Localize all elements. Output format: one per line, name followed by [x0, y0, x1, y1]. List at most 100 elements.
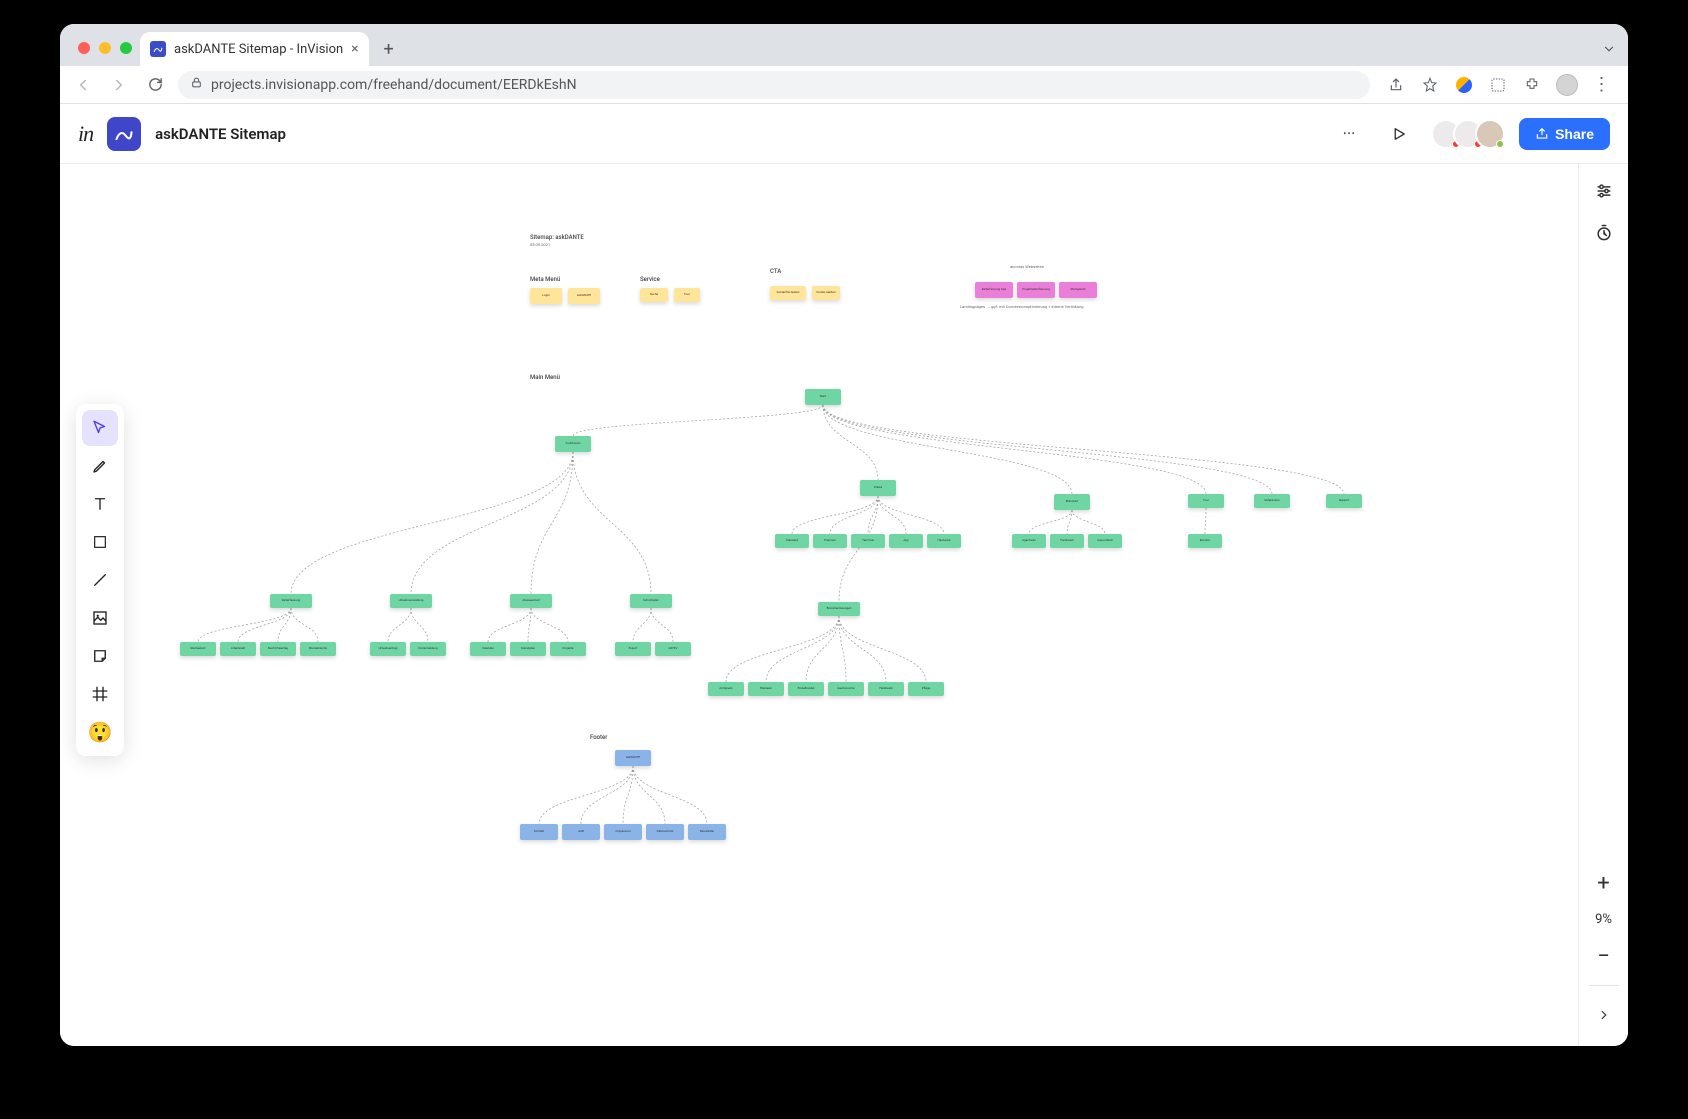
diagram-node[interactable]: Agenturen — [1012, 534, 1046, 548]
freehand-favicon — [150, 41, 166, 57]
diagram-node[interactable]: Branchenlösungen — [818, 602, 860, 616]
more-menu-button[interactable]: ··· — [1331, 116, 1367, 152]
diagram-node[interactable]: Suche — [640, 288, 668, 302]
diagram-node[interactable]: Nacht/Feiertag — [260, 642, 296, 656]
diagram-node[interactable]: askDANTE — [615, 750, 651, 766]
diagram-node[interactable]: Handwerk — [1050, 534, 1084, 548]
image-tool[interactable] — [82, 600, 118, 636]
timer-icon[interactable] — [1593, 222, 1615, 244]
diagram-node[interactable]: Zeiterfassung — [270, 594, 312, 608]
diagram-node[interactable]: Hardware — [927, 534, 961, 548]
diagram-node[interactable]: Arztpraxis — [708, 682, 744, 696]
diagram-node[interactable]: Tour — [674, 288, 700, 302]
diagram-node[interactable]: Bäckerei — [748, 682, 784, 696]
presence-avatars[interactable] — [1431, 119, 1505, 149]
color-ext-icon — [1456, 77, 1472, 93]
present-icon[interactable] — [1488, 75, 1508, 95]
diagram-node[interactable]: Handwerk — [868, 682, 904, 696]
frame-tool[interactable] — [82, 676, 118, 712]
diagram-node[interactable]: Kunde werden — [812, 286, 840, 300]
app-header: in askDANTE Sitemap ··· Share — [60, 104, 1628, 164]
tab-strip: askDANTE Sitemap - InVision × + — [60, 24, 1628, 66]
canvas[interactable]: 😲 Sitemap: askDANTE05.05.2021Meta MenüLo… — [60, 164, 1578, 1046]
share-page-icon[interactable] — [1386, 75, 1406, 95]
diagram-node[interactable]: Impressum — [604, 824, 642, 840]
diagram-node[interactable]: DATEV — [655, 642, 691, 656]
share-button[interactable]: Share — [1519, 118, 1610, 150]
text-tool[interactable] — [82, 486, 118, 522]
diagram-node[interactable]: Support — [1326, 494, 1362, 508]
diagram-node[interactable]: Stundenkonto — [300, 642, 336, 656]
diagram-node[interactable]: Tour — [1188, 494, 1224, 508]
diagram-node[interactable]: Login — [530, 288, 562, 304]
sticky-tool[interactable] — [82, 638, 118, 674]
diagram-label: Meta Menü — [530, 276, 560, 283]
diagram-node[interactable]: Einzelhandel — [788, 682, 824, 696]
diagram-node[interactable]: Urlaubsantrag — [370, 642, 406, 656]
diagram-node[interactable]: Export — [615, 642, 651, 656]
window-max-icon[interactable] — [120, 42, 132, 54]
present-button[interactable] — [1381, 116, 1417, 152]
diagram-node[interactable]: Abwesenheit — [510, 594, 552, 608]
diagram-node[interactable]: Stempeluhr — [180, 642, 216, 656]
diagram-node[interactable]: Dienstplan — [510, 642, 546, 656]
diagram-node[interactable]: askDANTE — [568, 288, 600, 304]
select-tool[interactable] — [82, 410, 118, 446]
diagram-node[interactable]: Stempeluhr — [1059, 282, 1097, 298]
new-tab-button[interactable]: + — [375, 35, 403, 63]
diagram-node[interactable]: Terminal — [851, 534, 885, 548]
url-input[interactable]: projects.invisionapp.com/freehand/docume… — [178, 71, 1370, 99]
pencil-tool[interactable] — [82, 448, 118, 484]
extensions-icon[interactable] — [1522, 75, 1542, 95]
diagram-node[interactable]: Schichtplan — [630, 594, 672, 608]
extension-icon[interactable] — [1454, 75, 1474, 95]
nav-forward-icon[interactable] — [106, 72, 132, 98]
diagram-node[interactable]: Funktionen — [555, 436, 591, 452]
diagram-node[interactable]: Zeiterfassung App — [975, 282, 1013, 298]
diagram-node[interactable]: Referenzen — [1254, 494, 1290, 508]
browser-menu-icon[interactable]: ⋮ — [1592, 75, 1612, 95]
diagram-node[interactable]: Start — [805, 389, 841, 405]
tab-overflow-icon[interactable] — [1602, 41, 1616, 60]
diagram-node[interactable]: Urlaubsverwaltung — [390, 594, 432, 608]
diagram-node[interactable]: App — [889, 534, 923, 548]
bookmark-icon[interactable] — [1420, 75, 1440, 95]
window-close-icon[interactable] — [78, 42, 90, 54]
diagram-node[interactable]: Premium — [813, 534, 847, 548]
window-min-icon[interactable] — [99, 42, 111, 54]
diagram-node[interactable]: Kalender — [470, 642, 506, 656]
invision-logo[interactable]: in — [78, 121, 93, 147]
diagram-node[interactable]: Datenschutz — [646, 824, 684, 840]
diagram-node[interactable]: Kontakt — [520, 824, 558, 840]
tab-close-icon[interactable]: × — [351, 41, 358, 57]
diagram-node[interactable]: Pflege — [908, 682, 944, 696]
diagram-label: Sitemap: askDANTE — [530, 234, 584, 241]
line-tool[interactable] — [82, 562, 118, 598]
diagram-node[interactable]: Monitor — [1188, 534, 1222, 548]
presence-avatar[interactable] — [1475, 119, 1505, 149]
diagram-node[interactable]: Gesundheit — [1088, 534, 1122, 548]
diagram-node[interactable]: Projekte — [550, 642, 586, 656]
shape-tool[interactable] — [82, 524, 118, 560]
diagram-node[interactable]: AGB — [562, 824, 600, 840]
diagram-node[interactable]: Standard — [775, 534, 809, 548]
emoji-tool[interactable]: 😲 — [82, 714, 118, 750]
diagram-node[interactable]: Gastronomie — [828, 682, 864, 696]
browser-tab[interactable]: askDANTE Sitemap - InVision × — [140, 32, 369, 66]
zoom-out-button[interactable]: − — [1589, 941, 1619, 971]
zoom-value[interactable]: 9% — [1595, 912, 1612, 927]
diagram-node[interactable]: Krankmeldung — [410, 642, 446, 656]
diagram-node[interactable]: Arbeitszeit — [220, 642, 256, 656]
nav-back-icon[interactable] — [70, 72, 96, 98]
diagram-node[interactable]: Projektzeiterfassung — [1017, 282, 1055, 298]
document-title[interactable]: askDANTE Sitemap — [155, 125, 286, 143]
diagram-node[interactable]: Preise — [860, 480, 896, 496]
profile-avatar[interactable] — [1556, 74, 1578, 96]
zoom-expand-icon[interactable] — [1589, 1000, 1619, 1030]
zoom-in-button[interactable]: + — [1589, 868, 1619, 898]
diagram-node[interactable]: Branchen — [1054, 494, 1090, 510]
diagram-node[interactable]: Kostenfrei testen — [770, 286, 806, 300]
diagram-node[interactable]: Newsletter — [688, 824, 726, 840]
nav-reload-icon[interactable] — [142, 72, 168, 98]
settings-icon[interactable] — [1593, 180, 1615, 202]
